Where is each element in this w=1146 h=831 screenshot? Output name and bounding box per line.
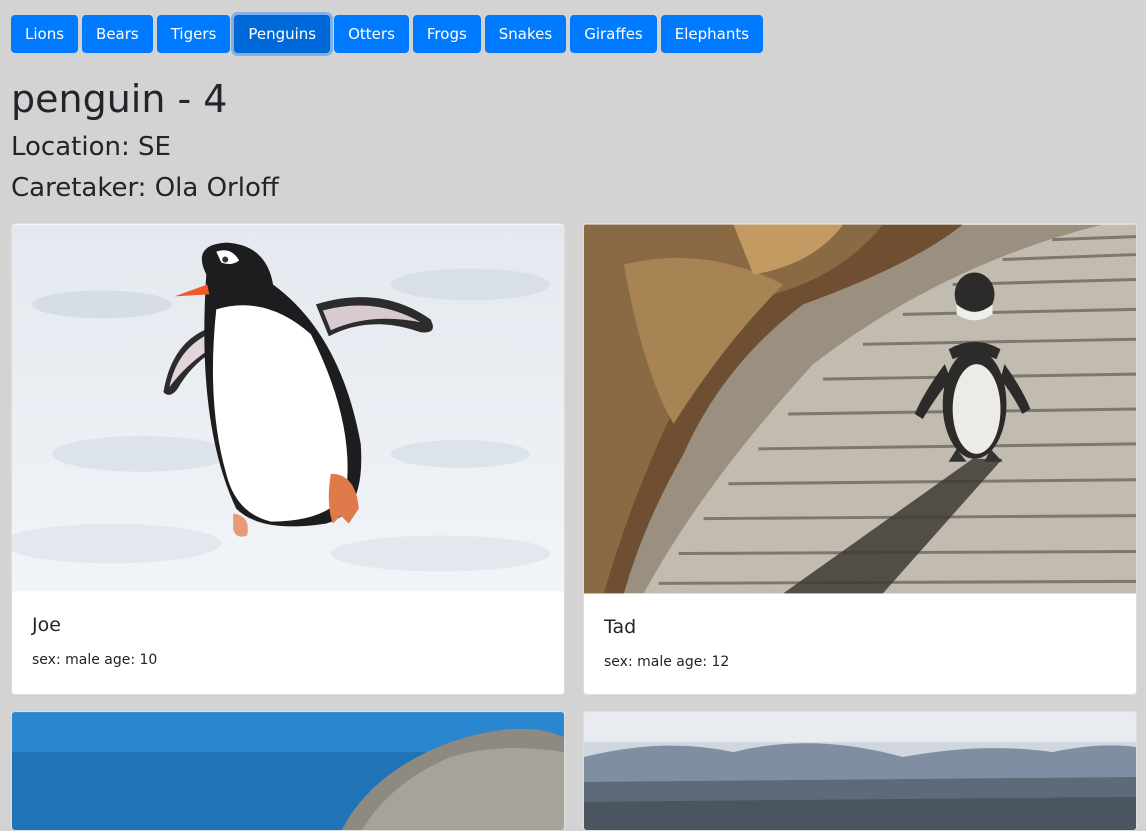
animal-name: Tad xyxy=(604,616,637,638)
location-heading: Location: SE xyxy=(11,132,171,162)
card-body: Joe sex: male age: 10 xyxy=(12,592,564,670)
nav-button-giraffes[interactable]: Giraffes xyxy=(570,15,657,53)
penguin-photo-rock xyxy=(12,712,564,830)
penguin-photo-boardwalk xyxy=(584,224,1136,594)
nav-button-otters[interactable]: Otters xyxy=(334,15,409,53)
animal-details: sex: male age: 12 xyxy=(604,654,730,670)
animal-details: sex: male age: 10 xyxy=(32,652,158,668)
animal-card xyxy=(583,711,1137,831)
nav-button-elephants[interactable]: Elephants xyxy=(660,15,764,53)
page-title: penguin - 4 xyxy=(11,77,228,121)
nav-button-frogs[interactable]: Frogs xyxy=(412,15,481,53)
nav-button-snakes[interactable]: Snakes xyxy=(484,15,567,53)
caretaker-heading: Caretaker: Ola Orloff xyxy=(11,173,279,203)
animal-card: Joe sex: male age: 10 xyxy=(11,223,565,695)
animal-name: Joe xyxy=(32,614,61,636)
nav-button-penguins[interactable]: Penguins xyxy=(234,15,331,53)
card-body: Tad sex: male age: 12 xyxy=(584,594,1136,672)
penguin-photo-snow xyxy=(12,224,564,592)
animal-nav: Lions Bears Tigers Penguins Otters Frogs… xyxy=(11,15,764,53)
animal-card xyxy=(11,711,565,831)
nav-button-tigers[interactable]: Tigers xyxy=(156,15,231,53)
animal-card: Tad sex: male age: 12 xyxy=(583,223,1137,695)
nav-button-lions[interactable]: Lions xyxy=(11,15,79,53)
nav-button-bears[interactable]: Bears xyxy=(82,15,153,53)
penguin-photo-mountains xyxy=(584,712,1136,830)
